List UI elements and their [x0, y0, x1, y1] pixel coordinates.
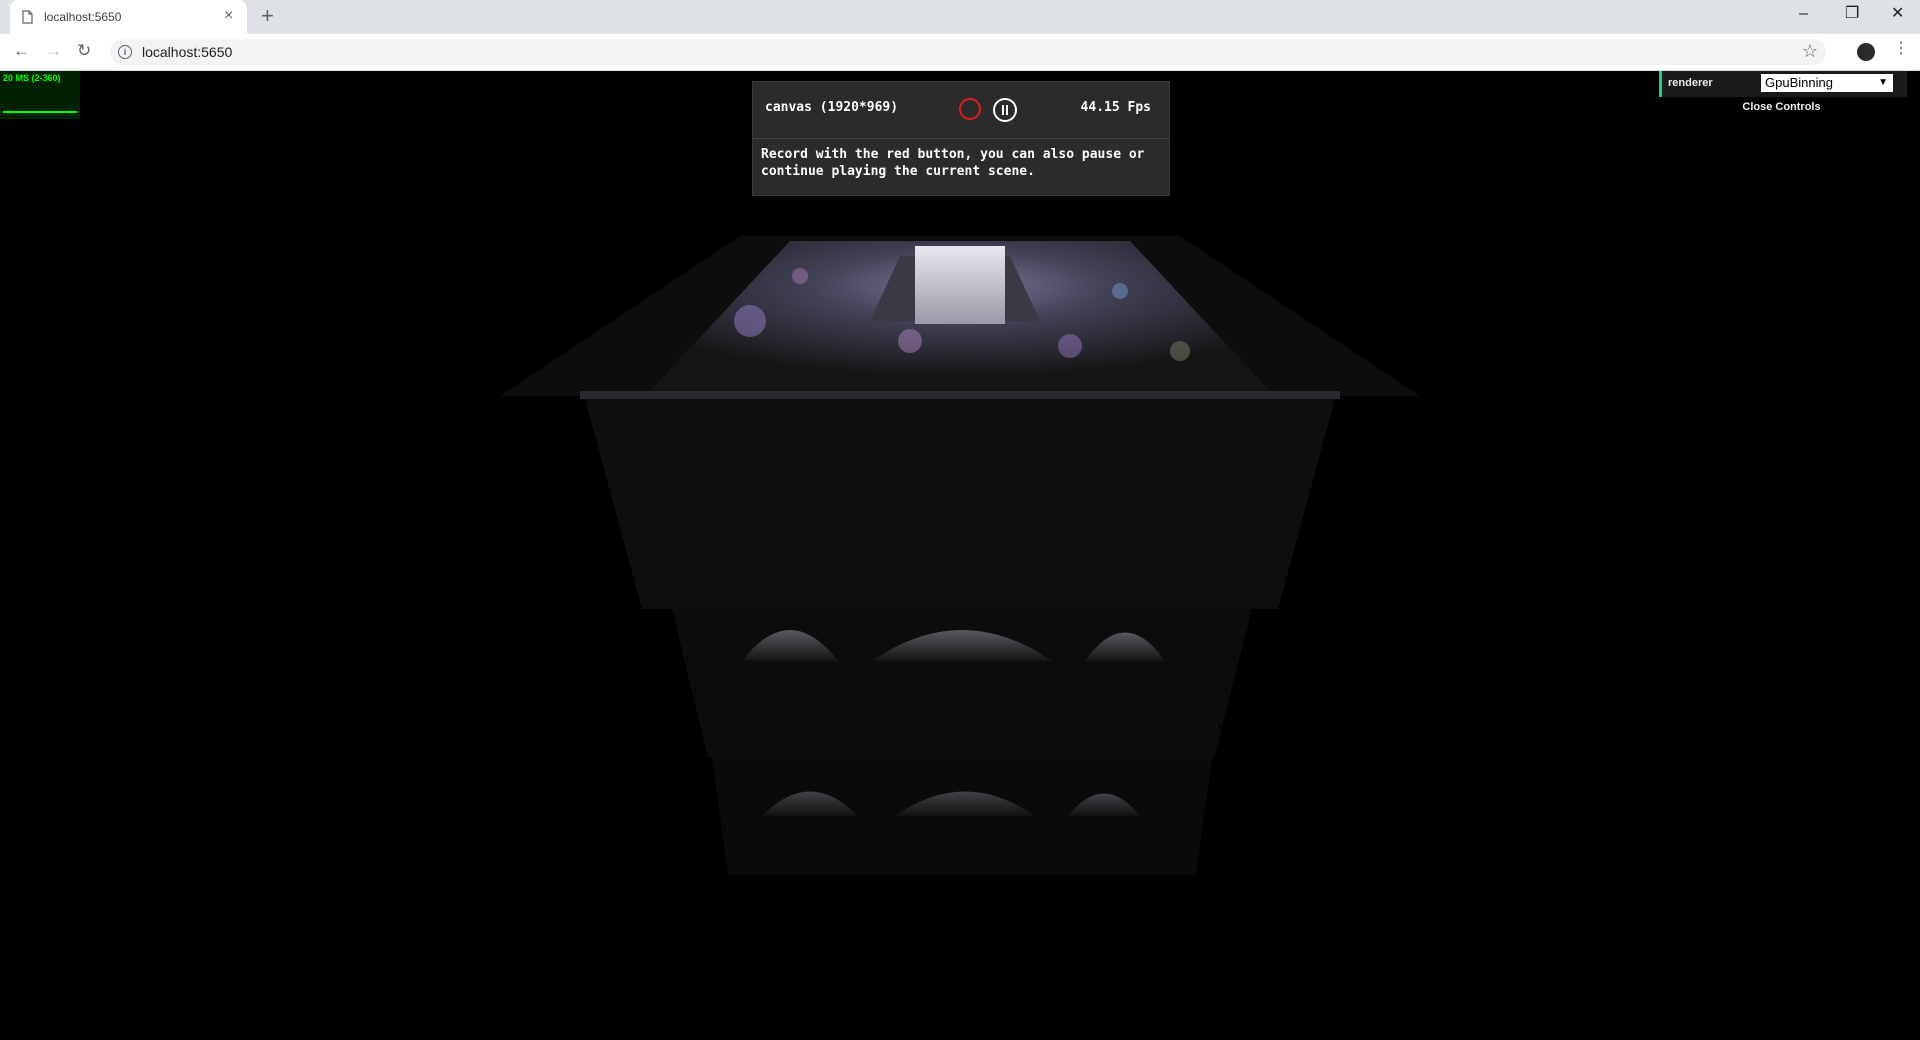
render-canvas[interactable]: [0, 71, 1920, 1040]
profile-avatar[interactable]: [1857, 43, 1875, 61]
renderer-label: renderer: [1668, 77, 1713, 89]
url-text[interactable]: localhost:5650: [142, 44, 232, 60]
pause-button[interactable]: [993, 98, 1017, 122]
dropdown-arrow-icon: ▼: [1878, 77, 1888, 88]
new-tab-button[interactable]: +: [261, 5, 274, 27]
browser-toolbar: ← → ↻ i localhost:5650 ☆ ⋮: [0, 34, 1920, 71]
browser-tab[interactable]: localhost:5650 ×: [10, 0, 247, 34]
record-button[interactable]: [959, 98, 981, 120]
close-controls-button[interactable]: Close Controls: [1659, 101, 1904, 113]
minimize-button[interactable]: –: [1799, 6, 1808, 22]
stats-meter[interactable]: 20 MS (2-360): [0, 71, 80, 119]
renderer-select[interactable]: GpuBinning ▼: [1761, 74, 1893, 92]
restore-button[interactable]: ❐: [1845, 6, 1859, 22]
recorder-panel: canvas (1920*969) 44.15 Fps Record with …: [752, 81, 1170, 196]
stats-text: 20 MS (2-360): [3, 73, 61, 83]
back-arrow-icon[interactable]: ←: [13, 42, 30, 60]
menu-dots-icon[interactable]: ⋮: [1893, 40, 1909, 58]
panel-divider: [753, 138, 1169, 139]
bookmark-star-icon[interactable]: ☆: [1802, 41, 1818, 62]
tab-title: localhost:5650: [44, 10, 122, 24]
reload-icon[interactable]: ↻: [77, 42, 91, 60]
renderer-row: renderer GpuBinning ▼: [1659, 71, 1907, 97]
page-icon: [22, 10, 33, 24]
tab-strip: localhost:5650 × + – ❐ ✕: [0, 0, 1920, 34]
address-bar[interactable]: i localhost:5650 ☆: [110, 39, 1826, 65]
renderer-value: GpuBinning: [1765, 75, 1833, 90]
info-icon[interactable]: i: [118, 45, 132, 59]
forward-arrow-icon[interactable]: →: [45, 42, 62, 60]
close-window-button[interactable]: ✕: [1891, 6, 1904, 22]
canvas-info-label: canvas (1920*969): [765, 100, 899, 115]
page-viewport: 20 MS (2-360) canvas (1920*969) 44.15 Fp…: [0, 71, 1920, 1040]
fps-counter: 44.15 Fps: [1080, 100, 1151, 115]
tab-close-icon[interactable]: ×: [224, 8, 233, 24]
recorder-description: Record with the red button, you can also…: [761, 147, 1145, 179]
controls-panel: renderer GpuBinning ▼ Close Controls: [1659, 71, 1907, 113]
stats-graph: [3, 85, 77, 115]
